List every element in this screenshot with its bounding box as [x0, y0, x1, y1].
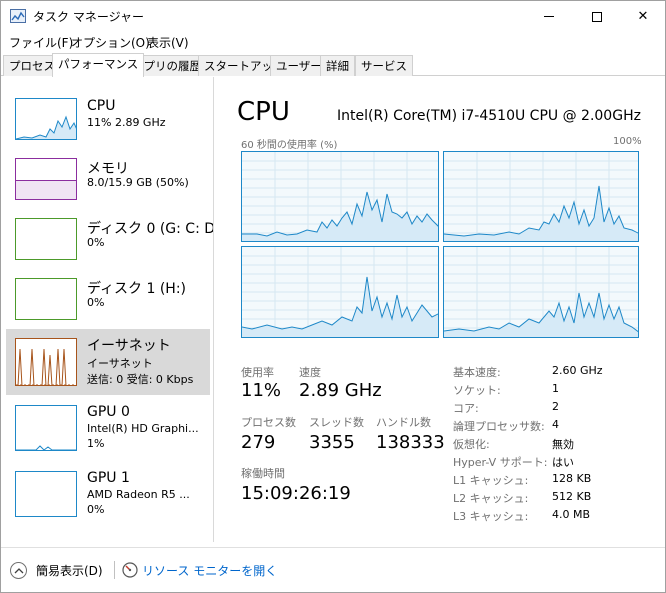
- gpu1-thumbnail-graph: [15, 471, 77, 517]
- uptime-label: 稼働時間: [241, 467, 285, 480]
- spec-label: コア:: [453, 402, 479, 415]
- page-title: CPU: [237, 97, 290, 127]
- spec-label: L3 キャッシュ:: [453, 510, 529, 523]
- cpu-detail-pane: CPU Intel(R) Core(TM) i7-4510U CPU @ 2.0…: [215, 77, 665, 542]
- uptime-value: 15:09:26:19: [241, 483, 351, 504]
- threads-label: スレッド数: [309, 416, 364, 429]
- footer-divider: [114, 561, 115, 579]
- sidebar-item-detail: 8.0/15.9 GB (50%): [87, 176, 189, 189]
- speed-value: 2.89 GHz: [299, 380, 382, 401]
- spec-label: L1 キャッシュ:: [453, 474, 529, 487]
- processes-label: プロセス数: [241, 416, 296, 429]
- sidebar-item-name: メモリ: [87, 161, 129, 177]
- cpu-thumbnail-graph: [15, 98, 77, 140]
- cpu-model-name: Intel(R) Core(TM) i7-4510U CPU @ 2.00GHz: [337, 108, 641, 124]
- cpu-core-graph-3: [241, 246, 439, 338]
- tab-performance[interactable]: パフォーマンス: [52, 53, 145, 77]
- open-resource-monitor-link[interactable]: リソース モニターを開く: [142, 562, 277, 579]
- minimize-icon: [544, 16, 554, 17]
- sidebar-item-name: ディスク 0 (G: C: D: E: [87, 221, 214, 237]
- minimize-button[interactable]: [526, 1, 572, 32]
- disk0-thumbnail-graph: [15, 218, 77, 260]
- utilization-label: 使用率: [241, 366, 274, 379]
- sidebar-item-cpu[interactable]: CPU 11% 2.89 GHz: [6, 95, 210, 161]
- graph-caption: 60 秒間の使用率 (%): [241, 140, 338, 151]
- sidebar-item-name: CPU: [87, 98, 116, 114]
- spec-value: 2.60 GHz: [552, 364, 603, 377]
- spec-value: 1: [552, 382, 559, 395]
- fewer-details-button[interactable]: 簡易表示(D): [36, 562, 103, 579]
- sidebar-item-memory[interactable]: メモリ 8.0/15.9 GB (50%): [6, 155, 210, 221]
- sidebar-item-gpu-1[interactable]: GPU 1 AMD Radeon R5 ... 0%: [6, 467, 210, 533]
- sidebar-item-name: イーサネット: [87, 338, 171, 354]
- task-manager-window: タスク マネージャー ✕ ファイル(F) オプション(O) 表示(V) プロセス…: [0, 0, 666, 593]
- title-bar[interactable]: タスク マネージャー ✕: [1, 1, 665, 32]
- sidebar-item-detail: 11% 2.89 GHz: [87, 116, 166, 129]
- handles-value: 138333: [376, 432, 445, 453]
- spec-value: はい: [552, 456, 574, 469]
- utilization-value: 11%: [241, 380, 282, 401]
- sidebar-item-detail-2: 0%: [87, 503, 105, 516]
- resource-monitor-icon[interactable]: [122, 562, 138, 578]
- sidebar-item-detail: 0%: [87, 236, 105, 249]
- resource-list: CPU 11% 2.89 GHz メモリ 8.0/15.9 GB (50%) デ…: [1, 77, 214, 542]
- spec-label: 仮想化:: [453, 438, 490, 451]
- processes-value: 279: [241, 432, 276, 453]
- sidebar-item-ethernet[interactable]: イーサネット イーサネット 送信: 0 受信: 0 Kbps: [6, 329, 210, 395]
- spec-label: L2 キャッシュ:: [453, 492, 529, 505]
- close-button[interactable]: ✕: [620, 1, 666, 32]
- menu-bar: ファイル(F) オプション(O) 表示(V): [1, 32, 665, 52]
- disk1-thumbnail-graph: [15, 278, 77, 320]
- speed-label: 速度: [299, 366, 321, 379]
- spec-value: 無効: [552, 438, 574, 451]
- window-title: タスク マネージャー: [33, 10, 144, 24]
- task-manager-icon: [10, 9, 26, 23]
- spec-value: 128 KB: [552, 472, 592, 485]
- spec-label: Hyper-V サポート:: [453, 456, 548, 469]
- sidebar-item-detail-2: 1%: [87, 437, 105, 450]
- tab-details[interactable]: 詳細: [320, 55, 355, 76]
- menu-file[interactable]: ファイル(F): [9, 34, 73, 51]
- spec-label: ソケット:: [453, 384, 501, 397]
- spec-label: 論理プロセッサ数:: [453, 420, 545, 433]
- spec-value: 4.0 MB: [552, 508, 591, 521]
- sidebar-item-detail-2: 送信: 0 受信: 0 Kbps: [87, 373, 194, 386]
- cpu-core-graph-4: [443, 246, 639, 338]
- sidebar-item-disk-0[interactable]: ディスク 0 (G: C: D: E 0%: [6, 215, 213, 281]
- sidebar-item-detail: Intel(R) HD Graphi...: [87, 422, 199, 435]
- gpu0-thumbnail-graph: [15, 405, 77, 451]
- cpu-core-graph-2: [443, 151, 639, 242]
- memory-thumbnail-graph: [15, 158, 77, 200]
- menu-view[interactable]: 表示(V): [147, 34, 189, 51]
- ethernet-thumbnail-graph: [15, 338, 77, 386]
- maximize-icon: [592, 11, 602, 22]
- tab-bar: プロセス パフォーマンス アプリの履歴 スタートアップ ユーザー 詳細 サービス: [1, 53, 665, 77]
- sidebar-item-gpu-0[interactable]: GPU 0 Intel(R) HD Graphi... 1%: [6, 401, 210, 467]
- sidebar-item-detail: AMD Radeon R5 ...: [87, 488, 190, 501]
- sidebar-item-detail: イーサネット: [87, 357, 153, 370]
- handles-label: ハンドル数: [376, 416, 431, 429]
- menu-options[interactable]: オプション(O): [71, 34, 150, 51]
- maximize-button[interactable]: [574, 1, 620, 32]
- graph-max-label: 100%: [613, 136, 642, 147]
- threads-value: 3355: [309, 432, 355, 453]
- close-icon: ✕: [637, 9, 649, 24]
- spec-value: 512 KB: [552, 490, 592, 503]
- spec-value: 4: [552, 418, 559, 431]
- tab-services[interactable]: サービス: [355, 55, 413, 76]
- collapse-chevron-icon[interactable]: [10, 562, 27, 579]
- sidebar-item-name: ディスク 1 (H:): [87, 281, 186, 297]
- sidebar-item-name: GPU 1: [87, 470, 130, 486]
- sidebar-item-name: GPU 0: [87, 404, 130, 420]
- spec-value: 2: [552, 400, 559, 413]
- footer-bar: 簡易表示(D) リソース モニターを開く: [1, 547, 665, 592]
- spec-label: 基本速度:: [453, 366, 501, 379]
- cpu-core-graph-1: [241, 151, 439, 242]
- sidebar-item-detail: 0%: [87, 296, 105, 309]
